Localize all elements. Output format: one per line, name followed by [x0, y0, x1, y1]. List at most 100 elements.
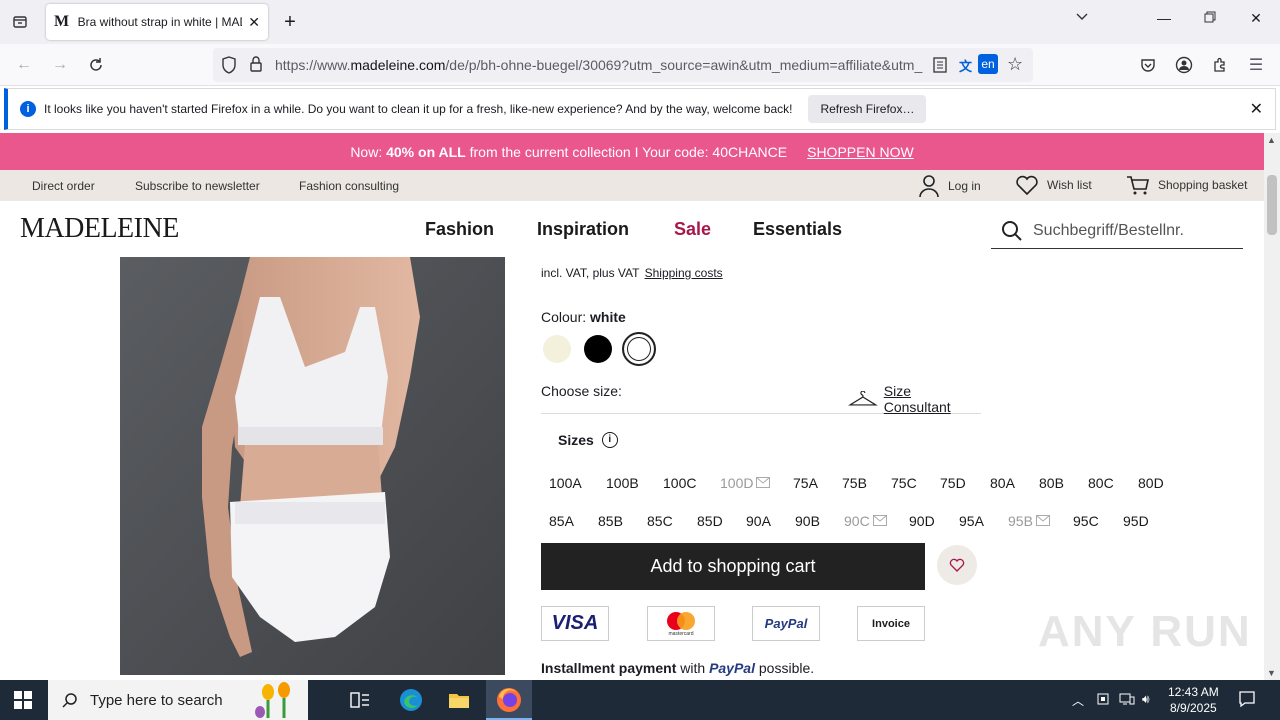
minimize-icon[interactable]: —: [1152, 10, 1176, 26]
nav-essentials[interactable]: Essentials: [753, 219, 842, 240]
translation-language-badge[interactable]: en: [978, 54, 998, 74]
swatch-black[interactable]: [584, 335, 612, 363]
search-input[interactable]: Suchbegriff/Bestellnr.: [991, 213, 1243, 249]
task-view-icon[interactable]: [348, 688, 372, 712]
scrollbar-thumb[interactable]: [1267, 175, 1277, 235]
new-tab-icon[interactable]: +: [280, 10, 300, 34]
url-text[interactable]: https://www.madeleine.com/de/p/bh-ohne-b…: [275, 57, 925, 73]
add-to-cart-button[interactable]: Add to shopping cart: [541, 543, 925, 590]
size-option[interactable]: 90D: [909, 513, 935, 529]
utility-nav: Direct order Subscribe to newsletter Fas…: [0, 170, 1264, 201]
size-option-unavailable[interactable]: 95B: [1008, 513, 1050, 529]
device-icon[interactable]: [1096, 692, 1110, 709]
size-consultant-link[interactable]: Size Consultant: [848, 383, 981, 415]
size-option[interactable]: 85B: [598, 513, 623, 529]
system-clock[interactable]: 12:43 AM 8/9/2025: [1168, 684, 1219, 716]
madeleine-favicon-icon: M: [54, 13, 70, 30]
file-explorer-icon[interactable]: [447, 688, 471, 712]
reader-view-icon[interactable]: [933, 57, 947, 78]
close-window-icon[interactable]: ✕: [1244, 10, 1268, 27]
notify-envelope-icon: [872, 513, 887, 529]
swatch-white-selected[interactable]: [622, 332, 656, 366]
size-option[interactable]: 80D: [1138, 475, 1164, 491]
close-tab-icon[interactable]: ✕: [248, 14, 260, 31]
browser-tab[interactable]: M Bra without strap in white | MADELEINE…: [46, 4, 268, 40]
refresh-firefox-button[interactable]: Refresh Firefox…: [808, 95, 927, 123]
size-option[interactable]: 90A: [746, 513, 771, 529]
pocket-icon[interactable]: [1136, 53, 1160, 77]
size-option[interactable]: 75C: [891, 475, 917, 491]
add-to-wishlist-button[interactable]: [937, 545, 977, 585]
taskbar-search-input[interactable]: Type here to search: [48, 680, 308, 720]
translate-icon[interactable]: 文: [959, 56, 972, 75]
restore-icon[interactable]: [1198, 10, 1222, 26]
scroll-up-icon[interactable]: ▲: [1267, 135, 1276, 145]
size-option[interactable]: 75D: [940, 475, 966, 491]
swatch-cream[interactable]: [543, 335, 571, 363]
product-image[interactable]: [120, 257, 505, 675]
size-option[interactable]: 80C: [1088, 475, 1114, 491]
size-option-unavailable[interactable]: 90C: [844, 513, 887, 529]
fashion-consulting-link[interactable]: Fashion consulting: [299, 179, 399, 193]
nav-fashion[interactable]: Fashion: [425, 219, 494, 240]
login-link[interactable]: Log in: [918, 174, 981, 198]
vat-text: incl. VAT, plus VAT: [541, 266, 640, 280]
size-option[interactable]: 85A: [549, 513, 574, 529]
madeleine-logo[interactable]: MADELEINE: [20, 213, 179, 245]
choose-size-row: Choose size: Size Consultant: [541, 383, 981, 415]
paypal-payment-logo: PayPal: [752, 606, 820, 641]
hanger-icon: [848, 391, 878, 406]
list-all-tabs-icon[interactable]: [1070, 10, 1094, 27]
lock-icon[interactable]: [249, 56, 263, 77]
nav-sale[interactable]: Sale: [674, 219, 711, 240]
shipping-costs-link[interactable]: Shipping costs: [645, 266, 723, 280]
forward-icon[interactable]: →: [48, 53, 72, 77]
search-placeholder: Suchbegriff/Bestellnr.: [1033, 221, 1184, 239]
promo-prefix: Now:: [350, 143, 383, 160]
size-option[interactable]: 85C: [647, 513, 673, 529]
size-option[interactable]: 100A: [549, 475, 582, 491]
info-icon[interactable]: i: [601, 432, 618, 448]
size-option[interactable]: 100C: [663, 475, 696, 491]
promo-banner[interactable]: Now: 40% on ALL from the current collect…: [0, 133, 1264, 170]
notification-message: It looks like you haven't started Firefo…: [44, 102, 793, 116]
network-icon[interactable]: [1119, 692, 1135, 709]
edge-browser-icon[interactable]: [399, 688, 423, 712]
tracking-protection-shield-icon[interactable]: [221, 56, 237, 79]
size-option[interactable]: 90B: [795, 513, 820, 529]
newsletter-link[interactable]: Subscribe to newsletter: [135, 179, 260, 193]
size-option[interactable]: 75B: [842, 475, 867, 491]
cart-icon: [1127, 176, 1149, 195]
size-option[interactable]: 85D: [697, 513, 723, 529]
firefox-taskbar-button[interactable]: [486, 680, 532, 720]
size-option[interactable]: 100B: [606, 475, 639, 491]
wishlist-link[interactable]: Wish list: [1015, 175, 1092, 195]
size-option[interactable]: 95D: [1123, 513, 1149, 529]
volume-icon[interactable]: 🔊︎: [1142, 692, 1150, 707]
extensions-icon[interactable]: [1208, 53, 1232, 77]
nav-inspiration[interactable]: Inspiration: [537, 219, 629, 240]
menu-hamburger-icon[interactable]: ☰: [1244, 53, 1268, 77]
shopping-basket-link[interactable]: Shopping basket: [1126, 175, 1247, 195]
reload-icon[interactable]: [84, 53, 108, 77]
page-scrollbar[interactable]: ▲ ▼: [1264, 133, 1280, 680]
bookmark-star-icon[interactable]: ☆: [1007, 54, 1023, 75]
notifications-icon[interactable]: [1238, 690, 1256, 711]
close-notification-icon[interactable]: ✕: [1250, 99, 1263, 119]
show-hidden-icons-chevron-icon[interactable]: ︿: [1072, 692, 1084, 709]
scroll-down-icon[interactable]: ▼: [1267, 668, 1276, 678]
size-option[interactable]: 75A: [793, 475, 818, 491]
back-icon[interactable]: ←: [12, 53, 36, 77]
address-bar[interactable]: https://www.madeleine.com/de/p/bh-ohne-b…: [213, 48, 1033, 82]
size-option[interactable]: 80B: [1039, 475, 1064, 491]
windows-start-icon[interactable]: [14, 691, 32, 714]
size-option[interactable]: 80A: [990, 475, 1015, 491]
size-option[interactable]: 95A: [959, 513, 984, 529]
size-option-unavailable[interactable]: 100D: [720, 475, 771, 491]
size-option[interactable]: 95C: [1073, 513, 1099, 529]
direct-order-link[interactable]: Direct order: [32, 179, 95, 193]
account-icon[interactable]: [1172, 53, 1196, 77]
paypal-label: PayPal: [764, 616, 808, 631]
shop-now-link[interactable]: SHOPPEN NOW: [807, 144, 914, 160]
tab-list-icon[interactable]: [8, 10, 32, 34]
